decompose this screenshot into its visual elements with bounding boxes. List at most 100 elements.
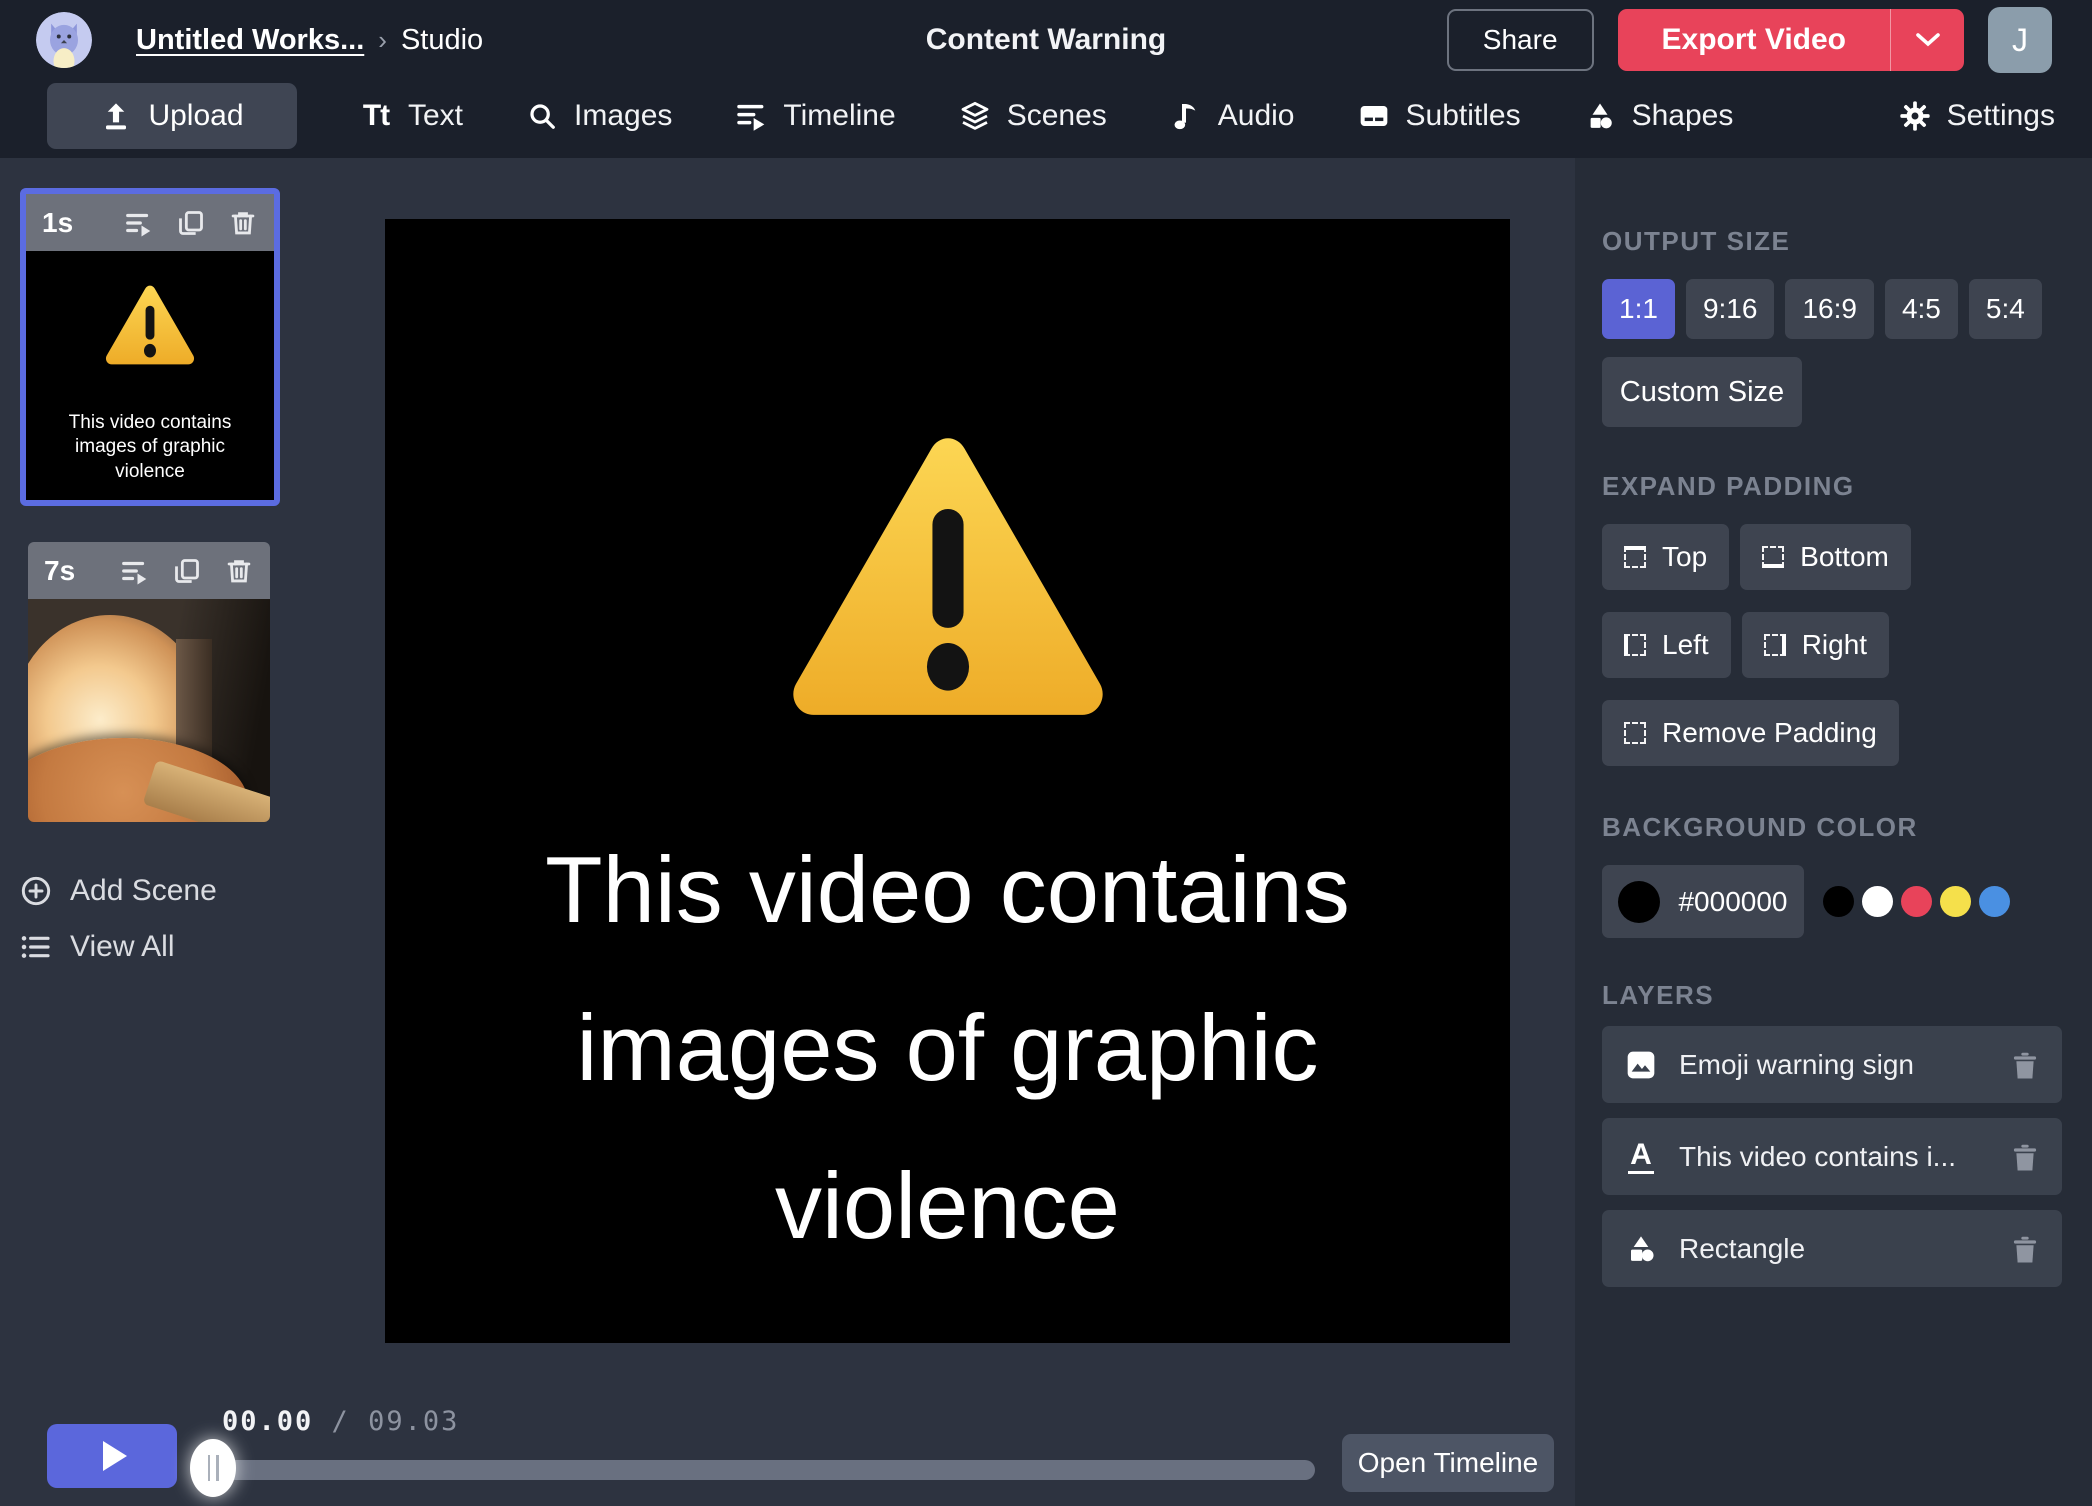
tab-text-label: Text [408, 99, 463, 133]
aspect-4-5-button[interactable]: 4:5 [1885, 279, 1958, 339]
scene-actions: Add Scene View All [20, 874, 280, 964]
add-scene-label: Add Scene [70, 874, 217, 908]
tools-toolbar: Upload Tt Text Images Timeline [0, 80, 2092, 158]
swatch-yellow[interactable] [1940, 886, 1971, 917]
remove-padding-icon [1624, 722, 1646, 744]
background-color-value: #000000 [1678, 886, 1787, 918]
video-canvas[interactable]: This video contains images of graphic vi… [385, 219, 1510, 1343]
aspect-ratio-options: 1:1 9:16 16:9 4:5 5:4 [1602, 279, 2065, 339]
tab-images[interactable]: Images [525, 99, 672, 133]
scene-timeline-icon[interactable] [124, 208, 154, 238]
pad-bottom-button[interactable]: Bottom [1740, 524, 1911, 590]
scene-delete-icon[interactable] [228, 208, 258, 238]
export-video-button[interactable]: Export Video [1618, 9, 1964, 71]
settings-label: Settings [1947, 99, 2055, 133]
background-color-button[interactable]: #000000 [1602, 865, 1804, 938]
scene-1-header: 1s [26, 194, 274, 251]
kapwing-studio-app: Content Warning [0, 0, 2092, 1506]
seek-bar[interactable] [212, 1460, 1315, 1480]
search-images-icon [525, 99, 559, 133]
scene-duplicate-icon[interactable] [172, 556, 202, 586]
seek-handle[interactable] [190, 1439, 236, 1497]
breadcrumb-page: Studio [401, 24, 483, 57]
tab-subtitles-label: Subtitles [1406, 99, 1521, 133]
tab-text[interactable]: Tt Text [359, 99, 463, 133]
audio-note-icon [1169, 99, 1203, 133]
custom-size-button[interactable]: Custom Size [1602, 357, 1802, 427]
background-color-label: BACKGROUND COLOR [1602, 812, 2065, 843]
aspect-1-1-button[interactable]: 1:1 [1602, 279, 1675, 339]
tab-shapes[interactable]: Shapes [1583, 99, 1734, 133]
play-button[interactable] [47, 1424, 177, 1488]
user-avatar[interactable]: J [1988, 7, 2052, 73]
tab-scenes[interactable]: Scenes [958, 99, 1107, 133]
pad-bottom-icon [1762, 546, 1784, 568]
pad-top-icon [1624, 546, 1646, 568]
tab-shapes-label: Shapes [1632, 99, 1734, 133]
view-all-button[interactable]: View All [20, 930, 280, 964]
tab-scenes-label: Scenes [1007, 99, 1107, 133]
scene-timeline-icon[interactable] [120, 556, 150, 586]
shape-layer-icon [1624, 1232, 1658, 1266]
workspace-avatar[interactable] [36, 12, 92, 68]
text-layer-icon: A [1624, 1140, 1658, 1174]
breadcrumb-separator: › [378, 25, 387, 56]
export-video-label[interactable]: Export Video [1618, 9, 1890, 71]
layer-row-rectangle[interactable]: Rectangle [1602, 1210, 2062, 1287]
pad-left-icon [1624, 634, 1646, 656]
cat-logo-icon [36, 12, 92, 68]
swatch-white[interactable] [1862, 886, 1893, 917]
tab-audio[interactable]: Audio [1169, 99, 1295, 133]
list-icon [20, 931, 52, 963]
scene-delete-icon[interactable] [224, 556, 254, 586]
aspect-16-9-button[interactable]: 16:9 [1785, 279, 1874, 339]
tab-subtitles[interactable]: Subtitles [1357, 99, 1521, 133]
time-separator: / [332, 1406, 350, 1437]
add-scene-button[interactable]: Add Scene [20, 874, 280, 908]
tab-timeline[interactable]: Timeline [734, 99, 895, 133]
scene-thumbnail-1[interactable]: 1s [20, 188, 280, 506]
aspect-5-4-button[interactable]: 5:4 [1969, 279, 2042, 339]
right-panel: OUTPUT SIZE 1:1 9:16 16:9 4:5 5:4 Custom… [1575, 158, 2092, 1506]
breadcrumb-workspace-link[interactable]: Untitled Works... [136, 24, 364, 57]
canvas-text-layer[interactable]: This video contains images of graphic vi… [443, 811, 1453, 1285]
layers-label: LAYERS [1602, 980, 2065, 1011]
tab-timeline-label: Timeline [783, 99, 895, 133]
settings-button[interactable]: Settings [1898, 99, 2055, 133]
pad-right-button[interactable]: Right [1742, 612, 1889, 678]
shapes-icon [1583, 99, 1617, 133]
swatch-red[interactable] [1901, 886, 1932, 917]
scene-thumbnail-2[interactable]: 7s [28, 542, 270, 822]
upload-button[interactable]: Upload [47, 83, 297, 149]
swatch-black[interactable] [1823, 886, 1854, 917]
share-button[interactable]: Share [1447, 9, 1594, 71]
pad-top-button[interactable]: Top [1602, 524, 1729, 590]
breadcrumb: Untitled Works... › Studio [136, 24, 483, 57]
delete-layer-icon[interactable] [2010, 1141, 2040, 1173]
open-timeline-button[interactable]: Open Timeline [1342, 1434, 1554, 1492]
brand-breadcrumb: Untitled Works... › Studio [36, 12, 483, 68]
plus-circle-icon [20, 875, 52, 907]
current-color-dot [1618, 881, 1660, 923]
color-swatches [1823, 886, 2010, 917]
scene-duplicate-icon[interactable] [176, 208, 206, 238]
remove-padding-button[interactable]: Remove Padding [1602, 700, 1899, 766]
export-options-dropdown[interactable] [1890, 9, 1964, 71]
scene-2-preview[interactable] [28, 599, 270, 822]
scene-2-header: 7s [28, 542, 270, 599]
swatch-blue[interactable] [1979, 886, 2010, 917]
pad-left-button[interactable]: Left [1602, 612, 1731, 678]
main-area: 1s [0, 158, 2092, 1506]
layer-name: Rectangle [1679, 1233, 1805, 1265]
text-tool-icon: Tt [359, 99, 393, 133]
delete-layer-icon[interactable] [2010, 1049, 2040, 1081]
output-size-label: OUTPUT SIZE [1602, 226, 2065, 257]
layer-row-text[interactable]: A This video contains i... [1602, 1118, 2062, 1195]
timeline-icon [734, 99, 768, 133]
delete-layer-icon[interactable] [2010, 1233, 2040, 1265]
scene-1-preview[interactable]: This video contains images of graphic vi… [26, 251, 274, 500]
warning-triangle-emoji[interactable] [777, 422, 1119, 724]
warning-triangle-icon [102, 281, 198, 367]
layer-row-emoji-warning-sign[interactable]: Emoji warning sign [1602, 1026, 2062, 1103]
aspect-9-16-button[interactable]: 9:16 [1686, 279, 1775, 339]
